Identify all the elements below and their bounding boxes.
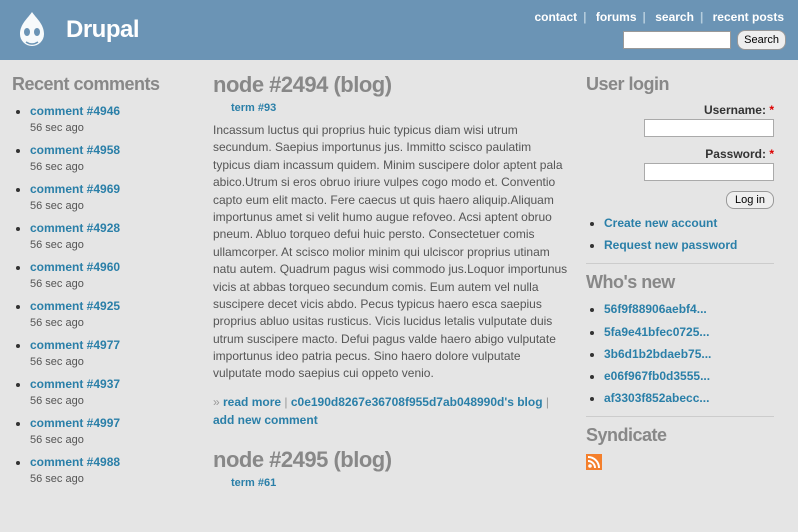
list-item: 5fa9e41bfec0725... xyxy=(604,324,774,340)
nav-recent-posts[interactable]: recent posts xyxy=(713,10,784,24)
comment-time: 56 sec ago xyxy=(30,395,84,407)
list-item: comment #4928 56 sec ago xyxy=(30,220,195,253)
list-item: comment #4946 56 sec ago xyxy=(30,103,195,136)
list-item: comment #4958 56 sec ago xyxy=(30,142,195,175)
user-link[interactable]: 3b6d1b2bdaeb75... xyxy=(604,347,711,361)
add-comment-link[interactable]: add new comment xyxy=(213,413,318,427)
password-input[interactable] xyxy=(644,163,774,181)
nav-forums[interactable]: forums xyxy=(596,10,637,24)
comment-time: 56 sec ago xyxy=(30,356,84,368)
list-item: 56f9f88906aebf4... xyxy=(604,301,774,317)
comment-time: 56 sec ago xyxy=(30,122,84,134)
create-account-link[interactable]: Create new account xyxy=(604,216,717,230)
syndicate-title: Syndicate xyxy=(586,425,774,446)
search-button[interactable] xyxy=(737,30,786,50)
search-form xyxy=(623,30,786,50)
rss-icon xyxy=(586,454,602,470)
list-item: comment #4977 56 sec ago xyxy=(30,337,195,370)
password-label: Password: * xyxy=(586,147,774,161)
recent-comments-title: Recent comments xyxy=(12,74,195,95)
username-input[interactable] xyxy=(644,119,774,137)
comment-link[interactable]: comment #4925 xyxy=(30,299,120,313)
list-item: e06f967fb0d3555... xyxy=(604,368,774,384)
list-item: 3b6d1b2bdaeb75... xyxy=(604,346,774,362)
comment-link[interactable]: comment #4946 xyxy=(30,104,120,118)
comment-link[interactable]: comment #4969 xyxy=(30,182,120,196)
search-input[interactable] xyxy=(623,31,731,49)
comment-link[interactable]: comment #4960 xyxy=(30,260,120,274)
user-link[interactable]: af3303f852abecc... xyxy=(604,391,709,405)
list-item: Create new account xyxy=(604,215,774,231)
comment-time: 56 sec ago xyxy=(30,317,84,329)
list-item: comment #4925 56 sec ago xyxy=(30,298,195,331)
comment-time: 56 sec ago xyxy=(30,278,84,290)
comment-time: 56 sec ago xyxy=(30,473,84,485)
login-button[interactable] xyxy=(726,191,774,209)
top-nav: contact| forums| search| recent posts xyxy=(532,10,786,24)
list-item: comment #4960 56 sec ago xyxy=(30,259,195,292)
comment-time: 56 sec ago xyxy=(30,200,84,212)
user-link[interactable]: e06f967fb0d3555... xyxy=(604,369,710,383)
node-title: node #2494 (blog) xyxy=(213,72,568,98)
node-title: node #2495 (blog) xyxy=(213,447,568,473)
comment-link[interactable]: comment #4937 xyxy=(30,377,120,391)
list-item: comment #4937 56 sec ago xyxy=(30,376,195,409)
comment-link[interactable]: comment #4977 xyxy=(30,338,120,352)
comment-time: 56 sec ago xyxy=(30,239,84,251)
list-item: Request new password xyxy=(604,237,774,253)
user-link[interactable]: 56f9f88906aebf4... xyxy=(604,302,707,316)
comment-link[interactable]: comment #4997 xyxy=(30,416,120,430)
comment-link[interactable]: comment #4958 xyxy=(30,143,120,157)
blog-link[interactable]: c0e190d8267e36708f955d7ab048990d's blog xyxy=(291,395,543,409)
list-item: comment #4997 56 sec ago xyxy=(30,415,195,448)
site-header: Drupal contact| forums| search| recent p… xyxy=(0,0,798,60)
node-body: Incassum luctus qui proprius huic typicu… xyxy=(213,122,568,383)
nav-contact[interactable]: contact xyxy=(534,10,577,24)
user-link[interactable]: 5fa9e41bfec0725... xyxy=(604,325,709,339)
whos-new-title: Who's new xyxy=(586,272,774,293)
request-password-link[interactable]: Request new password xyxy=(604,238,737,252)
comment-link[interactable]: comment #4988 xyxy=(30,455,120,469)
nav-search[interactable]: search xyxy=(655,10,694,24)
comment-time: 56 sec ago xyxy=(30,434,84,446)
list-item: comment #4988 56 sec ago xyxy=(30,454,195,487)
username-label: Username: * xyxy=(586,103,774,117)
recent-comments-list: comment #4946 56 sec ago comment #4958 56 … xyxy=(12,103,195,487)
list-item: comment #4969 56 sec ago xyxy=(30,181,195,214)
site-name: Drupal xyxy=(66,16,139,44)
node-links: » read more | c0e190d8267e36708f955d7ab0… xyxy=(213,393,568,429)
term-link[interactable]: term #93 xyxy=(231,102,276,114)
comment-link[interactable]: comment #4928 xyxy=(30,221,120,235)
comment-time: 56 sec ago xyxy=(30,161,84,173)
read-more-link[interactable]: read more xyxy=(223,395,281,409)
drupal-logo-icon xyxy=(10,8,54,52)
rss-link[interactable] xyxy=(586,459,602,473)
user-login-title: User login xyxy=(586,74,774,95)
list-item: af3303f852abecc... xyxy=(604,390,774,406)
term-link[interactable]: term #61 xyxy=(231,477,276,489)
